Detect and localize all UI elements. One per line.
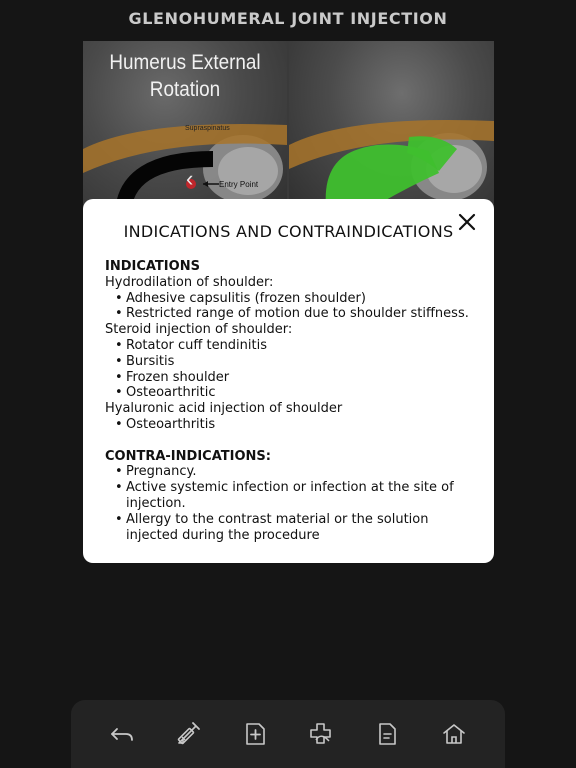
- hyaluronic-label: Hyaluronic acid injection of shoulder: [105, 401, 343, 417]
- caption-line-1: Humerus External: [109, 51, 261, 74]
- list-item-text: Adhesive capsulitis (frozen shoulder): [126, 290, 366, 306]
- list-item-text: Osteoarthritis: [126, 416, 216, 432]
- add-document-button[interactable]: [239, 718, 271, 750]
- bullet: •: [115, 337, 123, 353]
- list-item-text: Rotator cuff tendinitis: [126, 337, 268, 353]
- previous-image-arrow-icon[interactable]: ‹: [186, 168, 193, 190]
- list-item-text: Frozen shoulder: [126, 369, 230, 385]
- bullet: •: [115, 306, 123, 322]
- list-item-text: Restricted range of motion due to should…: [126, 306, 469, 322]
- add-document-icon: [246, 723, 265, 745]
- xray-panel-contrast: [289, 41, 494, 216]
- indications-modal: INDICATIONS AND CONTRAINDICATIONS INDICA…: [83, 199, 494, 563]
- image-viewer[interactable]: Humerus External Rotation Supraspinatus …: [83, 41, 494, 216]
- contraindications-heading: CONTRA-INDICATIONS:: [105, 448, 271, 464]
- list-item-text: Bursitis: [126, 353, 175, 369]
- list-item: • Restricted range of motion due to shoul…: [105, 306, 480, 322]
- syringe-icon: [178, 722, 201, 745]
- home-button[interactable]: [438, 718, 470, 750]
- modal-title: INDICATIONS AND CONTRAINDICATIONS: [123, 222, 454, 241]
- list-item: • Active systemic infection or infection …: [105, 480, 480, 512]
- bullet: •: [115, 290, 123, 306]
- list-item: • Frozen shoulder: [105, 370, 480, 386]
- bullet: •: [115, 369, 123, 385]
- medical-bandage-icon: [310, 723, 331, 744]
- hydrodilation-label: Hydrodilation of shoulder:: [105, 274, 274, 290]
- bullet: •: [115, 416, 123, 432]
- list-item-text: Active systemic infection or infection a…: [126, 480, 454, 511]
- xray-panel-annotated: Humerus External Rotation Supraspinatus …: [83, 41, 287, 216]
- document-icon: [379, 723, 397, 745]
- bullet: •: [115, 480, 123, 496]
- bullet: •: [115, 353, 123, 369]
- app-title: GLENOHUMERAL JOINT INJECTION: [128, 9, 448, 28]
- bottom-toolbar: [71, 700, 505, 768]
- list-item: • Osteoarthritic: [105, 385, 480, 401]
- list-item: • Osteoarthritis: [105, 417, 480, 433]
- document-button[interactable]: [371, 718, 403, 750]
- caption-line-2: Rotation: [149, 78, 221, 101]
- list-item-text: Allergy to the contrast material or the …: [126, 511, 429, 543]
- close-icon[interactable]: [456, 211, 478, 233]
- view-caption: Humerus External Rotation: [93, 49, 277, 103]
- medical-button[interactable]: [305, 718, 337, 750]
- close-icon-svg: [458, 213, 476, 231]
- entry-point-label: Entry Point: [219, 180, 259, 189]
- indications-heading: INDICATIONS: [105, 259, 200, 274]
- list-item: • Pregnancy.: [105, 464, 480, 480]
- bullet: •: [115, 464, 123, 480]
- back-button[interactable]: [106, 718, 138, 750]
- list-item-text: Osteoarthritic: [126, 385, 216, 401]
- list-item-text: Pregnancy.: [126, 464, 197, 480]
- modal-body: INDICATIONS Hydrodilation of shoulder: •…: [105, 259, 480, 543]
- procedure-button[interactable]: [172, 718, 204, 750]
- list-item: • Adhesive capsulitis (frozen shoulder): [105, 291, 480, 307]
- home-icon: [442, 724, 465, 744]
- list-item: • Rotator cuff tendinitis: [105, 338, 480, 354]
- back-arrow-icon: [111, 728, 134, 741]
- xray-contrast-image: [289, 120, 494, 216]
- bullet: •: [115, 511, 123, 527]
- list-item: • Bursitis: [105, 354, 480, 370]
- structure-label: Supraspinatus: [185, 125, 230, 132]
- list-item: • Allergy to the contrast material or the…: [105, 512, 480, 544]
- steroid-label: Steroid injection of shoulder:: [105, 322, 293, 338]
- bullet: •: [115, 385, 123, 401]
